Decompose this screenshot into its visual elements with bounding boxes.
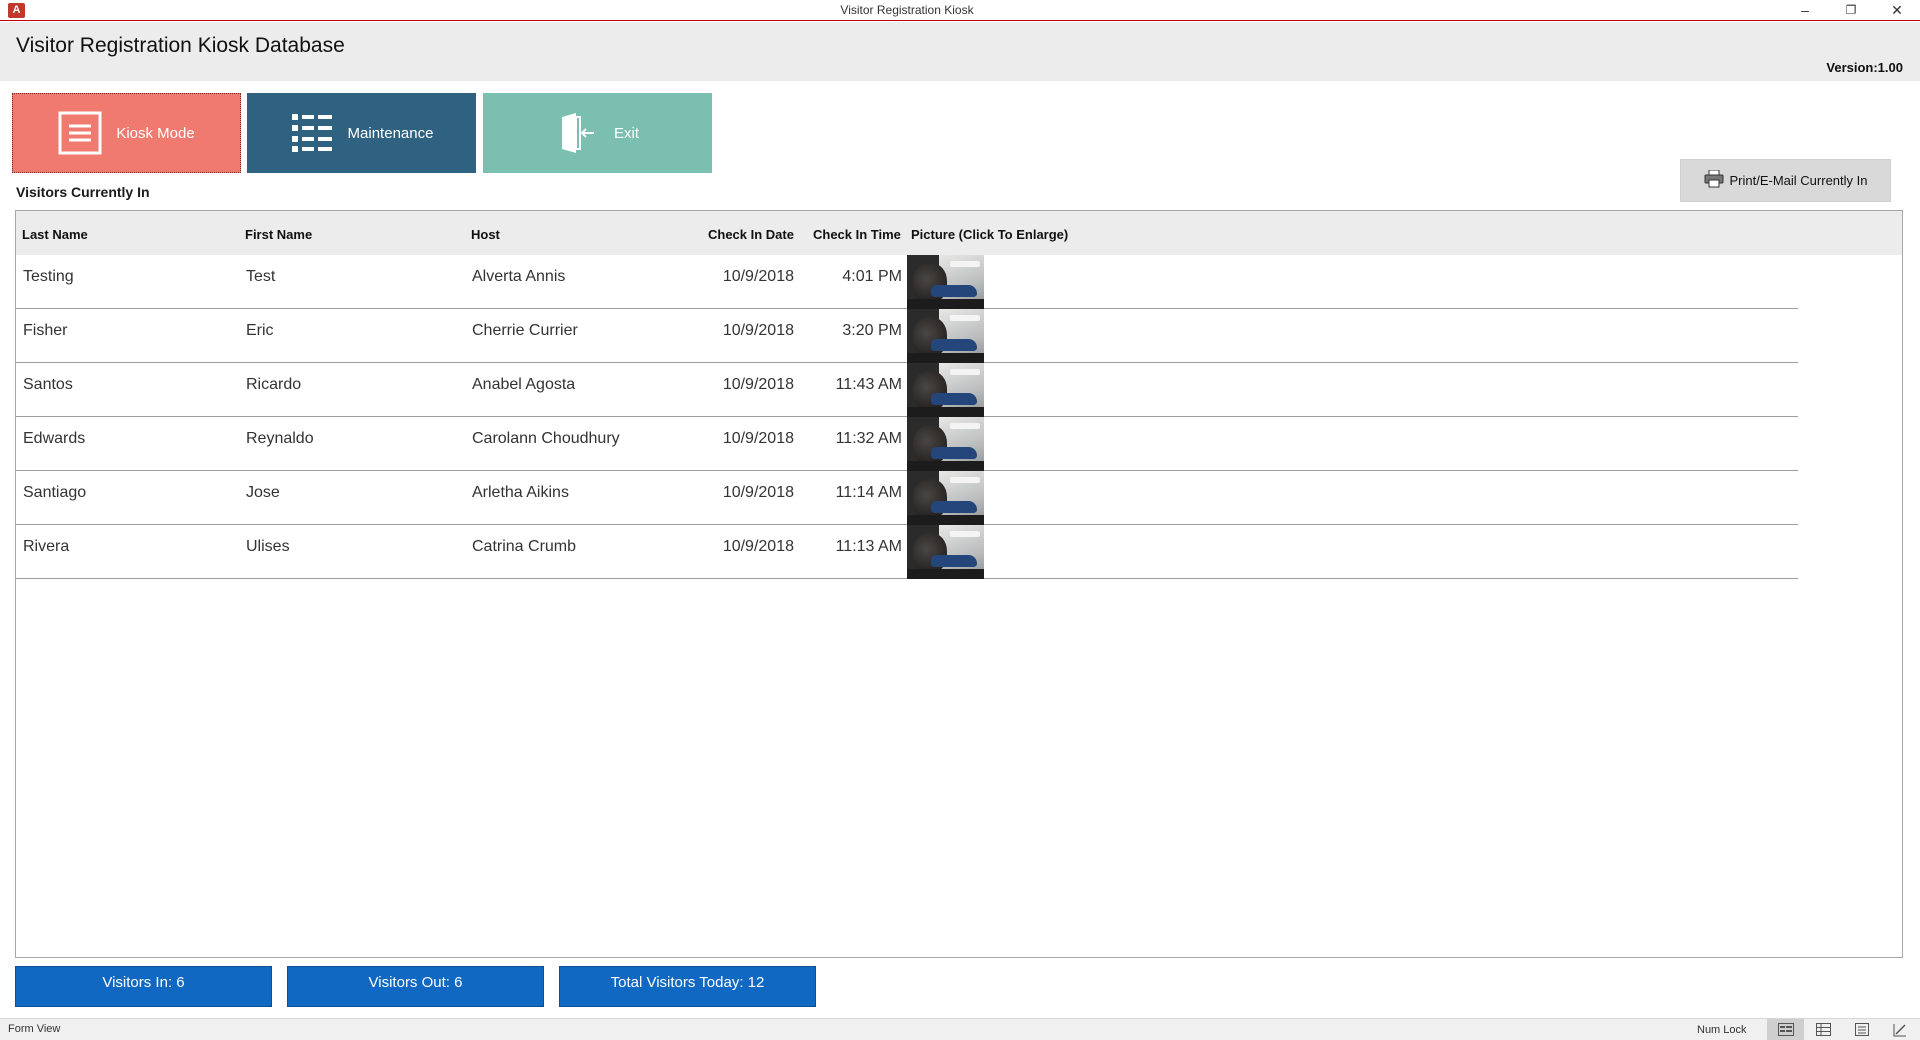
table-row[interactable]: Santos Ricardo Anabel Agosta 10/9/2018 1… [16, 363, 1798, 417]
visitors-in-counter: Visitors In: 6 [15, 966, 272, 1007]
kiosk-mode-button[interactable]: Kiosk Mode [12, 93, 241, 173]
total-visitors-counter: Total Visitors Today: 12 [559, 966, 816, 1007]
column-header: Check In Time [813, 227, 901, 242]
last-name-cell[interactable]: Santiago [23, 484, 86, 502]
column-header: Picture (Click To Enlarge) [911, 227, 1069, 242]
check-in-date-cell[interactable]: 10/9/2018 [706, 430, 794, 448]
first-name-cell[interactable]: Eric [246, 322, 274, 340]
table-row[interactable]: Fisher Eric Cherrie Currier 10/9/2018 3:… [16, 309, 1798, 363]
column-header: Check In Date [708, 227, 794, 242]
close-button[interactable]: ✕ [1878, 0, 1916, 21]
grid-header: Last Name First Name Host Check In Date … [16, 211, 1902, 255]
first-name-cell[interactable]: Test [246, 268, 275, 286]
page-title: Visitor Registration Kiosk Database [16, 34, 345, 57]
visitor-picture[interactable] [907, 525, 984, 579]
host-cell[interactable]: Carolann Choudhury [472, 430, 620, 448]
column-header: Host [471, 227, 500, 242]
list-box-icon [58, 111, 102, 155]
layout-view-icon[interactable] [1843, 1019, 1880, 1040]
check-in-time-cell[interactable]: 11:13 AM [806, 538, 902, 556]
visitor-picture[interactable] [907, 255, 984, 309]
column-header: First Name [245, 227, 313, 242]
design-view-icon[interactable] [1881, 1019, 1918, 1040]
first-name-cell[interactable]: Reynaldo [246, 430, 314, 448]
first-name-cell[interactable]: Jose [246, 484, 280, 502]
check-in-date-cell[interactable]: 10/9/2018 [706, 484, 794, 502]
check-in-time-cell[interactable]: 11:32 AM [806, 430, 902, 448]
host-cell[interactable]: Arletha Aikins [472, 484, 569, 502]
print-email-button[interactable]: Print/E-Mail Currently In [1680, 159, 1891, 202]
last-name-cell[interactable]: Rivera [23, 538, 69, 556]
visitors-grid: Last Name First Name Host Check In Date … [15, 210, 1903, 958]
host-cell[interactable]: Cherrie Currier [472, 322, 578, 340]
table-row[interactable]: Santiago Jose Arletha Aikins 10/9/2018 1… [16, 471, 1798, 525]
version-label: Version:1.00 [1826, 60, 1903, 75]
maintenance-label: Maintenance [347, 124, 434, 142]
visitor-picture[interactable] [907, 471, 984, 525]
door-exit-icon [556, 111, 600, 155]
window-title: Visitor Registration Kiosk [840, 3, 974, 17]
table-row[interactable]: Testing Test Alverta Annis 10/9/2018 4:0… [16, 255, 1798, 309]
restore-button[interactable]: ❐ [1832, 0, 1870, 21]
visitor-picture[interactable] [907, 309, 984, 363]
last-name-cell[interactable]: Santos [23, 376, 73, 394]
status-bar: Form View Num Lock [0, 1018, 1920, 1040]
host-cell[interactable]: Anabel Agosta [472, 376, 575, 394]
host-cell[interactable]: Catrina Crumb [472, 538, 576, 556]
first-name-cell[interactable]: Ulises [246, 538, 290, 556]
exit-label: Exit [613, 124, 639, 142]
section-label: Visitors Currently In [16, 184, 150, 200]
form-header: Visitor Registration Kiosk Database Vers… [0, 22, 1920, 81]
num-lock-indicator: Num Lock [1697, 1024, 1747, 1036]
printer-icon [1704, 169, 1724, 191]
title-bar: A Visitor Registration Kiosk – ❐ ✕ [0, 0, 1920, 21]
check-in-date-cell[interactable]: 10/9/2018 [706, 538, 794, 556]
check-in-date-cell[interactable]: 10/9/2018 [706, 322, 794, 340]
bulleted-list-icon [290, 111, 334, 155]
check-in-date-cell[interactable]: 10/9/2018 [706, 268, 794, 286]
last-name-cell[interactable]: Testing [23, 268, 74, 286]
datasheet-view-icon[interactable] [1805, 1019, 1842, 1040]
exit-button[interactable]: Exit [483, 93, 712, 173]
column-header: Last Name [22, 227, 88, 242]
form-view-icon[interactable] [1767, 1019, 1804, 1040]
view-mode-label: Form View [8, 1023, 61, 1035]
visitor-picture[interactable] [907, 363, 984, 417]
host-cell[interactable]: Alverta Annis [472, 268, 565, 286]
print-email-label: Print/E-Mail Currently In [1729, 173, 1868, 188]
check-in-time-cell[interactable]: 4:01 PM [806, 268, 902, 286]
minimize-button[interactable]: – [1786, 0, 1824, 21]
check-in-time-cell[interactable]: 11:14 AM [806, 484, 902, 502]
table-row[interactable]: Edwards Reynaldo Carolann Choudhury 10/9… [16, 417, 1798, 471]
last-name-cell[interactable]: Edwards [23, 430, 85, 448]
table-row[interactable]: Rivera Ulises Catrina Crumb 10/9/2018 11… [16, 525, 1798, 579]
first-name-cell[interactable]: Ricardo [246, 376, 301, 394]
check-in-time-cell[interactable]: 11:43 AM [806, 376, 902, 394]
kiosk-mode-label: Kiosk Mode [116, 124, 195, 142]
check-in-date-cell[interactable]: 10/9/2018 [706, 376, 794, 394]
maintenance-button[interactable]: Maintenance [247, 93, 476, 173]
last-name-cell[interactable]: Fisher [23, 322, 67, 340]
check-in-time-cell[interactable]: 3:20 PM [806, 322, 902, 340]
visitors-out-counter: Visitors Out: 6 [287, 966, 544, 1007]
visitor-picture[interactable] [907, 417, 984, 471]
